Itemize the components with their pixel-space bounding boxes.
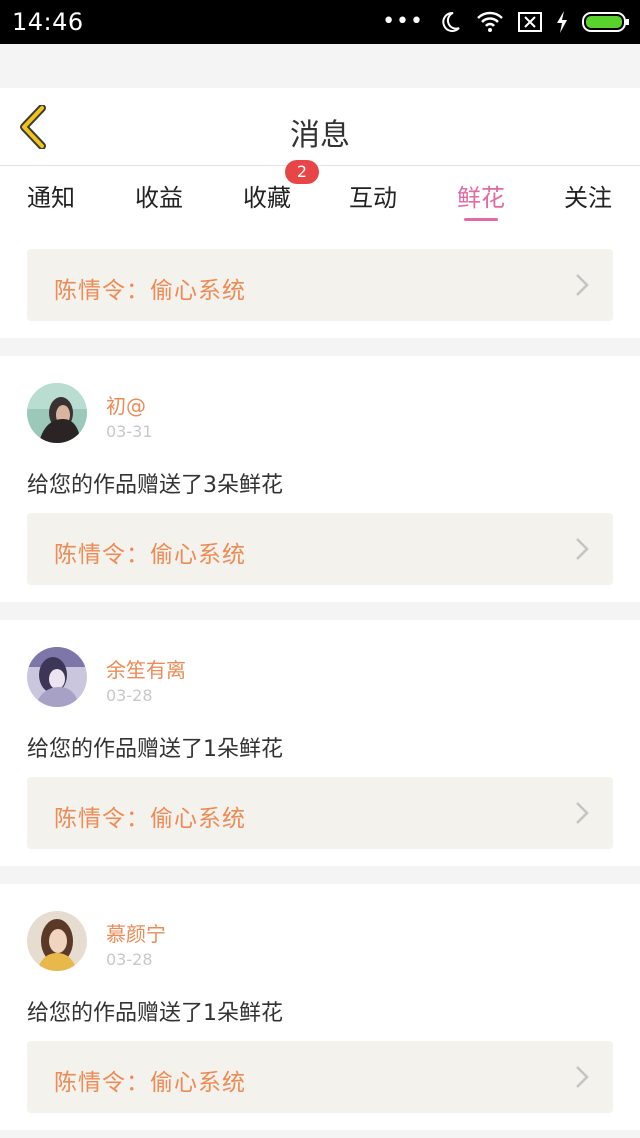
wifi-icon: [477, 11, 503, 32]
avatar[interactable]: [27, 911, 87, 971]
tab-interaction[interactable]: 互动: [328, 178, 418, 213]
work-title: 陈情令：偷心系统: [54, 278, 246, 304]
user-name[interactable]: 初@: [106, 390, 146, 419]
chevron-right-icon: [576, 538, 589, 560]
tab-label: 收藏: [243, 184, 291, 212]
avatar[interactable]: [27, 647, 87, 707]
tab-bar: 通知 收益 收藏 互动 鲜花 关注: [0, 166, 640, 230]
feed-card: 初@ 03-31 给您的作品赠送了3朵鲜花 陈情令：偷心系统: [0, 356, 640, 602]
work-link[interactable]: 陈情令：偷心系统: [27, 249, 613, 321]
tab-follow[interactable]: 关注: [543, 178, 633, 213]
user-name[interactable]: 慕颜宁: [106, 918, 166, 947]
work-link[interactable]: 陈情令：偷心系统: [27, 777, 613, 849]
more-dots-icon: •••: [382, 9, 424, 34]
sim-x-icon: [518, 12, 542, 32]
charging-icon: [557, 11, 567, 33]
chevron-right-icon: [576, 802, 589, 824]
moon-icon: [442, 11, 460, 32]
message-date: 03-28: [106, 686, 153, 705]
tab-earnings[interactable]: 收益: [114, 178, 204, 213]
tab-flowers[interactable]: 鲜花: [436, 178, 526, 221]
message-text: 给您的作品赠送了3朵鲜花: [27, 473, 283, 498]
message-date: 03-28: [106, 950, 153, 969]
work-link[interactable]: 陈情令：偷心系统: [27, 513, 613, 585]
work-title: 陈情令：偷心系统: [54, 1070, 246, 1096]
user-name[interactable]: 余笙有离: [106, 654, 186, 683]
work-link[interactable]: 陈情令：偷心系统: [27, 1041, 613, 1113]
battery-icon: [582, 12, 629, 32]
work-title: 陈情令：偷心系统: [54, 806, 246, 832]
header: 消息: [0, 88, 640, 166]
feed-card: 余笙有离 03-28 给您的作品赠送了1朵鲜花 陈情令：偷心系统: [0, 620, 640, 866]
favorites-badge: 2: [285, 160, 319, 184]
tab-notice[interactable]: 通知: [6, 178, 96, 213]
tab-label: 关注: [564, 184, 612, 212]
chevron-right-icon: [576, 1066, 589, 1088]
avatar[interactable]: [27, 383, 87, 443]
tab-label: 互动: [349, 184, 397, 212]
chevron-right-icon: [576, 274, 589, 296]
tab-label: 收益: [135, 184, 183, 212]
message-text: 给您的作品赠送了1朵鲜花: [27, 737, 283, 762]
feed-card: 慕颜宁 03-28 给您的作品赠送了1朵鲜花 陈情令：偷心系统: [0, 884, 640, 1130]
status-time: 14:46: [12, 8, 84, 36]
message-text: 给您的作品赠送了1朵鲜花: [27, 1001, 283, 1026]
work-title: 陈情令：偷心系统: [54, 542, 246, 568]
status-icons: •••: [382, 0, 630, 44]
status-bar: 14:46 •••: [0, 0, 640, 44]
tab-label: 鲜花: [457, 184, 505, 212]
message-date: 03-31: [106, 422, 153, 441]
tab-label: 通知: [27, 184, 75, 212]
feed-card: 陈情令：偷心系统: [0, 230, 640, 338]
active-tab-indicator: [464, 218, 498, 221]
page-title: 消息: [290, 118, 350, 153]
